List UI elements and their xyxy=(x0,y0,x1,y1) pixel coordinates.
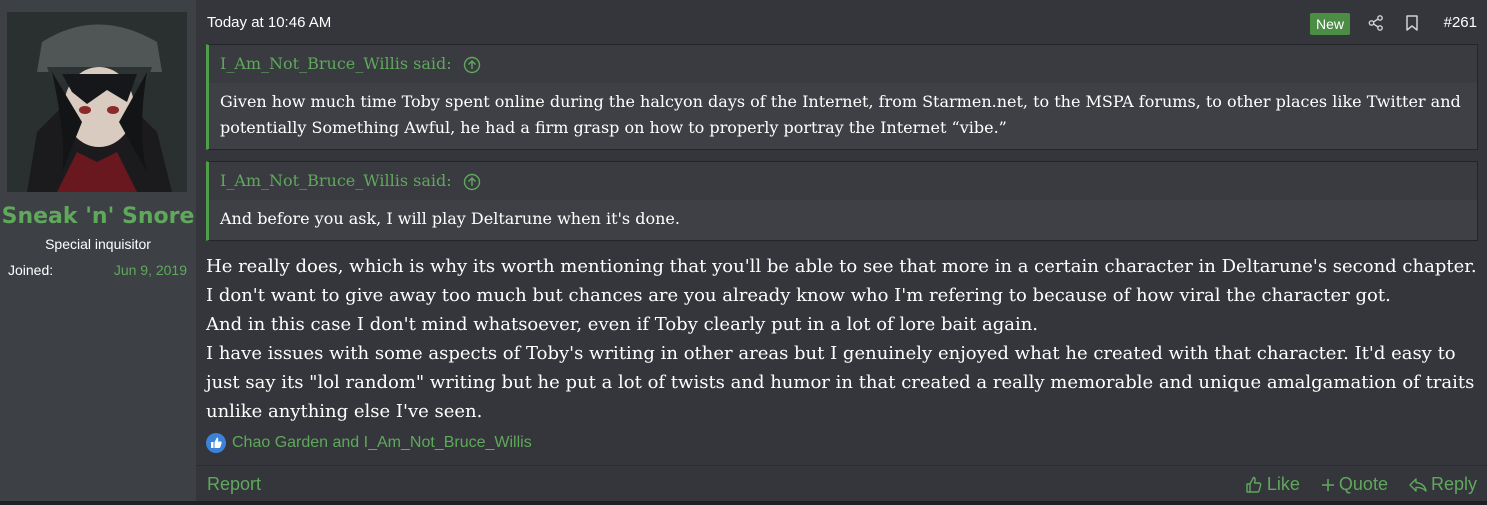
post-actions: Like Quote Reply xyxy=(1244,474,1477,495)
arrow-up-circle-icon[interactable] xyxy=(463,173,481,191)
post-body: He really does, which is why its worth m… xyxy=(206,252,1481,426)
reply-icon xyxy=(1409,477,1427,492)
quote-label: Quote xyxy=(1338,474,1388,494)
post-number[interactable]: #261 xyxy=(1444,14,1477,31)
quote-header[interactable]: I_Am_Not_Bruce_Willis said: xyxy=(209,162,1477,200)
joined-label: Joined: xyxy=(8,262,54,278)
thumbs-up-icon xyxy=(1246,476,1262,493)
like-reaction-icon xyxy=(206,433,226,453)
report-link[interactable]: Report xyxy=(207,474,261,495)
user-title: Special inquisitor xyxy=(45,236,151,252)
arrow-up-circle-icon[interactable] xyxy=(463,56,481,74)
username[interactable]: Sneak 'n' Snore xyxy=(0,204,196,229)
post-footer: Report Like Quote Reply xyxy=(196,465,1487,502)
quote-block: I_Am_Not_Bruce_Willis said: Given how mu… xyxy=(206,44,1478,150)
post-paragraph: And in this case I don't mind whatsoever… xyxy=(206,314,1039,335)
plus-icon xyxy=(1321,478,1334,491)
reply-label: Reply xyxy=(1430,474,1477,494)
quote-text: Given how much time Toby spent online du… xyxy=(209,83,1477,149)
avatar[interactable] xyxy=(7,12,187,192)
like-label: Like xyxy=(1266,474,1300,494)
quote-header[interactable]: I_Am_Not_Bruce_Willis said: xyxy=(209,45,1477,83)
quote-text: And before you ask, I will play Deltarun… xyxy=(209,200,1477,240)
reactions-list[interactable]: Chao Garden and I_Am_Not_Bruce_Willis xyxy=(232,434,532,452)
post-main: Today at 10:46 AM New #261 I_Am_Not_Bruc… xyxy=(196,0,1487,505)
new-badge: New xyxy=(1310,13,1351,35)
post-paragraph: He really does, which is why its worth m… xyxy=(206,256,1477,277)
share-icon[interactable] xyxy=(1367,14,1385,32)
like-button[interactable]: Like xyxy=(1244,474,1300,495)
post-paragraph: I have issues with some aspects of Toby'… xyxy=(206,343,1475,422)
reply-button[interactable]: Reply xyxy=(1408,474,1477,495)
quote-block: I_Am_Not_Bruce_Willis said: And before y… xyxy=(206,161,1478,241)
user-info-panel: Sneak 'n' Snore Special inquisitor Joine… xyxy=(0,0,196,505)
quote-button[interactable]: Quote xyxy=(1320,474,1388,495)
quote-author[interactable]: I_Am_Not_Bruce_Willis said: xyxy=(220,171,452,190)
joined-date: Jun 9, 2019 xyxy=(113,262,187,278)
quote-author[interactable]: I_Am_Not_Bruce_Willis said: xyxy=(220,54,452,73)
post-paragraph: I don't want to give away too much but c… xyxy=(206,285,1391,306)
forum-post: Sneak 'n' Snore Special inquisitor Joine… xyxy=(0,0,1487,505)
bookmark-icon[interactable] xyxy=(1403,14,1421,32)
reactions-bar: Chao Garden and I_Am_Not_Bruce_Willis xyxy=(206,431,532,455)
post-separator xyxy=(0,501,1487,505)
post-timestamp[interactable]: Today at 10:46 AM xyxy=(207,14,331,31)
